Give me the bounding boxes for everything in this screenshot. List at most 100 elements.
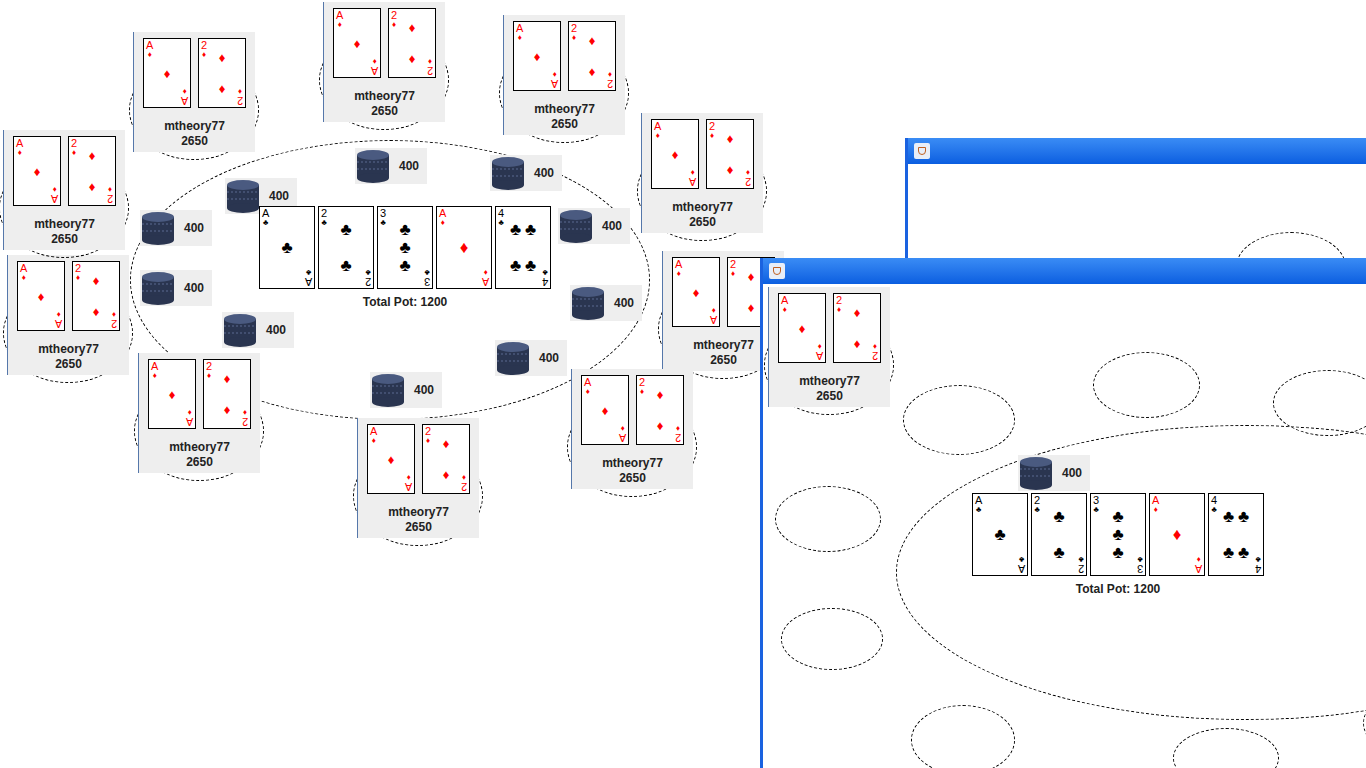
player-seat[interactable]: A♦♦A♦2♦♦♦2♦mtheory772650 bbox=[641, 113, 763, 233]
chip-stack-icon bbox=[558, 208, 594, 244]
player-name: mtheory77 bbox=[672, 199, 733, 215]
card-corner: A♦ bbox=[654, 121, 661, 140]
empty-seat[interactable] bbox=[911, 705, 1015, 768]
player-seat[interactable]: A♦♦A♦2♦♦♦2♦mtheory772650 bbox=[357, 418, 479, 538]
suit-pip: ♣ bbox=[399, 221, 410, 238]
suit-pip: ♦ bbox=[727, 163, 734, 176]
suit-pip: ♣ bbox=[1112, 526, 1123, 543]
suit-pip: ♣ bbox=[340, 221, 351, 238]
bet-amount: 400 bbox=[614, 294, 634, 312]
card-corner: A♦ bbox=[151, 361, 158, 380]
suit-pip: ♦ bbox=[38, 290, 45, 303]
back-window[interactable] bbox=[905, 138, 1366, 278]
card-corner: A♦ bbox=[370, 426, 377, 445]
card-corner: A♦ bbox=[1152, 495, 1159, 514]
card-corner: A♣ bbox=[262, 208, 269, 227]
player-seat[interactable]: A♦♦A♦2♦♦♦2♦mtheory772650 bbox=[503, 15, 625, 135]
card-corner: A♣ bbox=[1018, 555, 1025, 574]
suit-pip: ♣ bbox=[1112, 508, 1123, 525]
card-corner: A♣ bbox=[975, 495, 982, 514]
player-seat[interactable]: A♦♦A♦2♦♦♦2♦mtheory772650 bbox=[3, 130, 125, 250]
card-corner: 2♦ bbox=[639, 377, 645, 396]
bet-chips: 400 bbox=[370, 372, 442, 408]
bet-chips: 400 bbox=[490, 155, 562, 191]
player-name: mtheory77 bbox=[388, 504, 449, 520]
empty-seat[interactable] bbox=[1173, 728, 1279, 768]
empty-seat[interactable] bbox=[1093, 352, 1200, 418]
card-corner: 4♣ bbox=[1211, 495, 1217, 514]
player-chips: 2650 bbox=[181, 134, 208, 149]
player-chips: 2650 bbox=[51, 232, 78, 247]
player-seat[interactable]: A♦♦A♦2♦♦♦2♦mtheory772650 bbox=[571, 369, 693, 489]
chip-stack-icon bbox=[140, 270, 176, 306]
suit-pip: ♣ bbox=[994, 526, 1005, 543]
player-chips: 2650 bbox=[371, 104, 398, 119]
chip-stack-icon bbox=[570, 285, 606, 321]
card-corner: 2♣ bbox=[365, 268, 371, 287]
card-corner: A♦ bbox=[55, 310, 62, 329]
playing-card: A♦♦A♦ bbox=[513, 21, 561, 91]
empty-seat[interactable] bbox=[781, 608, 883, 670]
card-corner: 3♣ bbox=[380, 208, 386, 227]
suit-pip: ♦ bbox=[799, 322, 806, 335]
title-bar[interactable] bbox=[763, 258, 1366, 284]
suit-pip: ♦ bbox=[34, 165, 41, 178]
playing-card: 2♣♣♣2♣ bbox=[1031, 493, 1087, 576]
card-corner: 2♦ bbox=[206, 361, 212, 380]
card-corner: 4♣ bbox=[1255, 555, 1261, 574]
bet-amount: 400 bbox=[534, 164, 554, 182]
empty-seat[interactable] bbox=[1363, 690, 1366, 756]
card-corner: 2♦ bbox=[107, 185, 113, 204]
suit-pip: ♣ bbox=[525, 221, 536, 238]
card-corner: 2♦ bbox=[675, 424, 681, 443]
suit-pip: ♦ bbox=[657, 419, 664, 432]
empty-seat[interactable] bbox=[775, 486, 881, 552]
player-seat[interactable]: A♦♦A♦2♦♦♦2♦mtheory772650 bbox=[323, 2, 445, 122]
bet-amount: 400 bbox=[184, 279, 204, 297]
card-corner: A♦ bbox=[20, 263, 27, 282]
player-chips: 2650 bbox=[55, 357, 82, 372]
player-name: mtheory77 bbox=[799, 373, 860, 389]
player-seat[interactable]: A♦♦A♦2♦♦♦2♦mtheory772650 bbox=[133, 32, 255, 152]
playing-card: A♦ ♦ A♦ bbox=[17, 261, 65, 331]
chip-stack-icon bbox=[140, 210, 176, 246]
card-corner: 3♣ bbox=[424, 268, 430, 287]
card-corner: A♦ bbox=[181, 87, 188, 106]
playing-card: 2♦♦♦2♦ bbox=[388, 8, 436, 78]
player-seat[interactable]: A♦♦A♦2♦♦♦2♦mtheory772650 bbox=[768, 287, 890, 407]
player-seat[interactable]: A♦♦A♦2♦♦♦2♦mtheory772650 bbox=[7, 255, 129, 375]
card-corner: 2♦ bbox=[571, 23, 577, 42]
suit-pip: ♦ bbox=[672, 148, 679, 161]
bet-chips: 400 bbox=[495, 340, 567, 376]
chip-stack-icon bbox=[222, 312, 258, 348]
community-board: A♣♣A♣2♣♣♣2♣3♣♣♣♣3♣A♦♦A♦4♣♣♣♣♣4♣Total Pot… bbox=[972, 493, 1264, 598]
suit-pip: ♦ bbox=[409, 52, 416, 65]
card-corner: A♦ bbox=[336, 10, 343, 29]
player-seat[interactable]: A♦♦A♦2♦♦♦2♦mtheory772650 bbox=[138, 353, 260, 473]
playing-card: A♣♣A♣ bbox=[259, 206, 315, 289]
chip-stack-icon bbox=[370, 372, 406, 408]
card-corner: 2♦ bbox=[71, 138, 77, 157]
playing-card: A♣ ♣ A♣ bbox=[972, 493, 1028, 576]
empty-seat[interactable] bbox=[1273, 370, 1366, 436]
card-corner: A♦ bbox=[816, 342, 823, 361]
chip-stack-icon bbox=[490, 155, 526, 191]
empty-seat[interactable] bbox=[903, 385, 1015, 455]
playing-card: A♦♦A♦ bbox=[436, 206, 492, 289]
suit-pip: ♣ bbox=[1223, 544, 1234, 561]
card-corner: 4♣ bbox=[542, 268, 548, 287]
suit-pip: ♣ bbox=[399, 257, 410, 274]
card-corner: 2♦ bbox=[75, 263, 81, 282]
card-corner: 2♦ bbox=[425, 426, 431, 445]
card-corner: 2♦ bbox=[709, 121, 715, 140]
front-window[interactable]: A♦♦A♦2♦♦♦2♦mtheory772650400A♣♣A♣2♣♣♣2♣3♣… bbox=[760, 258, 1366, 768]
suit-pip: ♣ bbox=[281, 239, 292, 256]
java-icon bbox=[914, 143, 930, 159]
card-corner: 2♦ bbox=[427, 57, 433, 76]
card-corner: A♦ bbox=[710, 306, 717, 325]
player-chips: 2650 bbox=[619, 471, 646, 486]
title-bar[interactable] bbox=[908, 138, 1366, 164]
card-corner: A♦ bbox=[371, 57, 378, 76]
card-corner: A♦ bbox=[146, 40, 153, 59]
bet-amount: 400 bbox=[266, 321, 286, 339]
